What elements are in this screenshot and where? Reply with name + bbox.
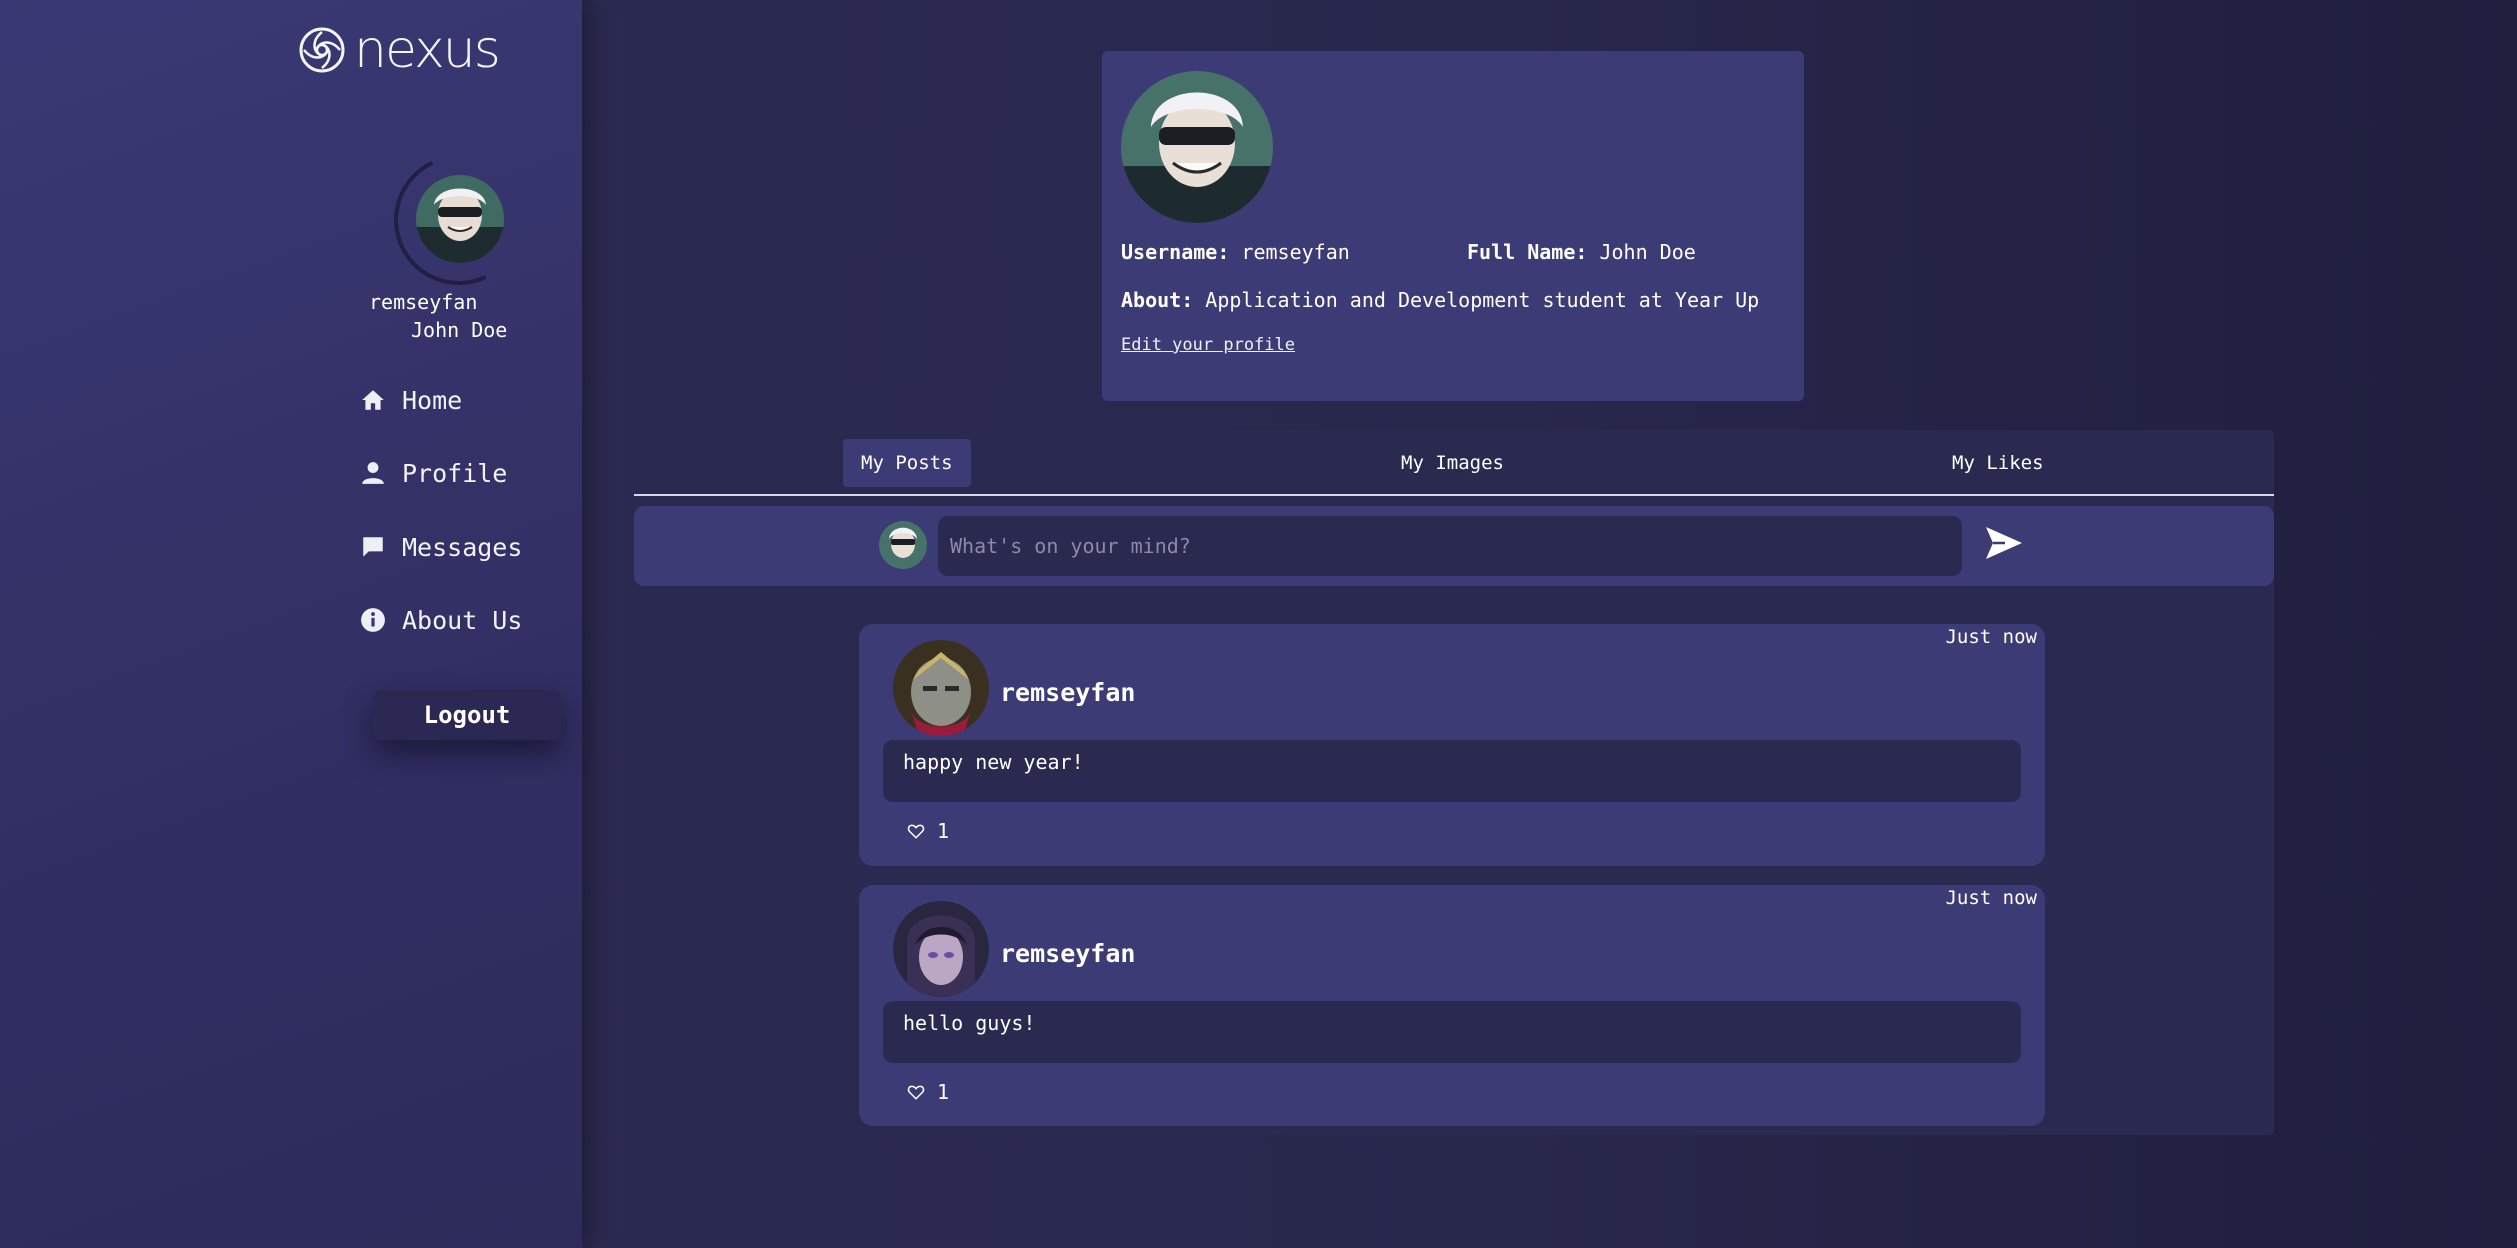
chat-icon bbox=[358, 532, 388, 562]
post-username[interactable]: remseyfan bbox=[1000, 678, 1135, 707]
send-icon bbox=[1986, 527, 2022, 559]
tab-my-posts[interactable]: My Posts bbox=[843, 439, 971, 487]
profile-about: Application and Development student at Y… bbox=[1205, 288, 1760, 312]
nexus-logo[interactable]: nexus bbox=[298, 20, 501, 80]
info-icon bbox=[358, 605, 388, 635]
tabs-divider bbox=[634, 494, 2274, 496]
post-card: Just now remseyfan happy new year! 1 bbox=[859, 624, 2045, 866]
nav-about[interactable]: About Us bbox=[358, 605, 522, 635]
user-icon bbox=[358, 458, 388, 488]
nav-home-label: Home bbox=[402, 385, 463, 415]
post-card: Just now remseyfan hello guys! 1 bbox=[859, 885, 2045, 1126]
heart-icon bbox=[907, 1085, 925, 1100]
home-icon bbox=[358, 385, 388, 415]
nav-profile-label: Profile bbox=[402, 458, 508, 488]
edit-profile-link[interactable]: Edit your profile bbox=[1121, 335, 1295, 355]
nav-messages-label: Messages bbox=[402, 532, 523, 562]
nav-about-label: About Us bbox=[402, 605, 523, 635]
nexus-logo-icon bbox=[299, 27, 345, 73]
sidebar-avatar[interactable] bbox=[416, 175, 504, 263]
profile-about-row: About: Application and Development stude… bbox=[1121, 288, 1759, 312]
composer-avatar bbox=[879, 521, 927, 569]
tab-my-likes[interactable]: My Likes bbox=[1934, 439, 2062, 487]
profile-card: Username: remseyfan Full Name: John Doe … bbox=[1102, 51, 1804, 401]
like-count: 1 bbox=[937, 819, 950, 843]
profile-username-row: Username: remseyfan bbox=[1121, 240, 1350, 264]
post-avatar[interactable] bbox=[893, 901, 989, 997]
heart-icon bbox=[907, 824, 925, 839]
profile-fullname: John Doe bbox=[1599, 240, 1696, 264]
nav-profile[interactable]: Profile bbox=[358, 458, 507, 488]
nav-messages[interactable]: Messages bbox=[358, 532, 522, 562]
sidebar-fullname: John Doe bbox=[411, 318, 508, 342]
post-content: hello guys! bbox=[883, 1001, 2021, 1063]
brand-name: nexus bbox=[354, 20, 501, 80]
fullname-label: Full Name: bbox=[1467, 240, 1588, 264]
post-content: happy new year! bbox=[883, 740, 2021, 802]
post-avatar[interactable] bbox=[893, 640, 989, 736]
profile-fullname-row: Full Name: John Doe bbox=[1467, 240, 1696, 264]
nav-home[interactable]: Home bbox=[358, 385, 462, 415]
like-button[interactable]: 1 bbox=[907, 819, 949, 843]
send-button[interactable] bbox=[1983, 522, 2025, 564]
post-time: Just now bbox=[1945, 626, 2037, 648]
sidebar: nexus remseyfan John Doe Home Profile Me… bbox=[0, 0, 582, 1248]
like-count: 1 bbox=[937, 1080, 950, 1104]
like-button[interactable]: 1 bbox=[907, 1080, 949, 1104]
post-username[interactable]: remseyfan bbox=[1000, 939, 1135, 968]
post-input[interactable] bbox=[938, 516, 1962, 576]
username-label: Username: bbox=[1121, 240, 1230, 264]
about-label: About: bbox=[1121, 288, 1194, 312]
tab-my-images[interactable]: My Images bbox=[1383, 439, 1522, 487]
profile-username: remseyfan bbox=[1241, 240, 1350, 264]
profile-avatar[interactable] bbox=[1121, 71, 1273, 223]
logout-button[interactable]: Logout bbox=[373, 690, 561, 740]
sidebar-username: remseyfan bbox=[369, 290, 478, 314]
post-time: Just now bbox=[1945, 887, 2037, 909]
